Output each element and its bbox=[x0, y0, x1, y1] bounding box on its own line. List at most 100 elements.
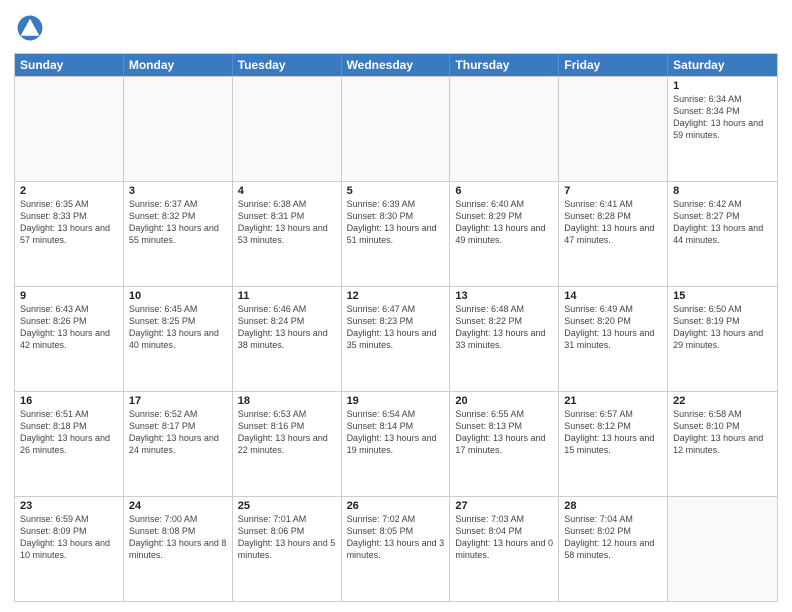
day-info: Sunrise: 6:39 AM Sunset: 8:30 PM Dayligh… bbox=[347, 198, 445, 247]
day-number: 24 bbox=[129, 500, 227, 512]
day-info: Sunrise: 6:51 AM Sunset: 8:18 PM Dayligh… bbox=[20, 408, 118, 457]
day-number: 20 bbox=[455, 395, 553, 407]
day-info: Sunrise: 6:37 AM Sunset: 8:32 PM Dayligh… bbox=[129, 198, 227, 247]
day-info: Sunrise: 6:50 AM Sunset: 8:19 PM Dayligh… bbox=[673, 303, 772, 352]
day-info: Sunrise: 6:55 AM Sunset: 8:13 PM Dayligh… bbox=[455, 408, 553, 457]
calendar-cell: 26Sunrise: 7:02 AM Sunset: 8:05 PM Dayli… bbox=[342, 497, 451, 601]
day-number: 19 bbox=[347, 395, 445, 407]
day-info: Sunrise: 6:40 AM Sunset: 8:29 PM Dayligh… bbox=[455, 198, 553, 247]
calendar-cell: 11Sunrise: 6:46 AM Sunset: 8:24 PM Dayli… bbox=[233, 287, 342, 391]
day-number: 16 bbox=[20, 395, 118, 407]
day-number: 25 bbox=[238, 500, 336, 512]
calendar-row-2: 2Sunrise: 6:35 AM Sunset: 8:33 PM Daylig… bbox=[15, 181, 777, 286]
day-info: Sunrise: 6:38 AM Sunset: 8:31 PM Dayligh… bbox=[238, 198, 336, 247]
day-number: 5 bbox=[347, 185, 445, 197]
calendar-cell bbox=[668, 497, 777, 601]
calendar-cell: 6Sunrise: 6:40 AM Sunset: 8:29 PM Daylig… bbox=[450, 182, 559, 286]
day-info: Sunrise: 6:41 AM Sunset: 8:28 PM Dayligh… bbox=[564, 198, 662, 247]
calendar-cell: 24Sunrise: 7:00 AM Sunset: 8:08 PM Dayli… bbox=[124, 497, 233, 601]
day-number: 11 bbox=[238, 290, 336, 302]
calendar-row-4: 16Sunrise: 6:51 AM Sunset: 8:18 PM Dayli… bbox=[15, 391, 777, 496]
day-number: 2 bbox=[20, 185, 118, 197]
day-info: Sunrise: 6:48 AM Sunset: 8:22 PM Dayligh… bbox=[455, 303, 553, 352]
calendar-cell: 15Sunrise: 6:50 AM Sunset: 8:19 PM Dayli… bbox=[668, 287, 777, 391]
day-info: Sunrise: 6:49 AM Sunset: 8:20 PM Dayligh… bbox=[564, 303, 662, 352]
day-info: Sunrise: 6:47 AM Sunset: 8:23 PM Dayligh… bbox=[347, 303, 445, 352]
calendar-cell: 28Sunrise: 7:04 AM Sunset: 8:02 PM Dayli… bbox=[559, 497, 668, 601]
calendar-cell: 3Sunrise: 6:37 AM Sunset: 8:32 PM Daylig… bbox=[124, 182, 233, 286]
day-info: Sunrise: 6:53 AM Sunset: 8:16 PM Dayligh… bbox=[238, 408, 336, 457]
calendar-row-5: 23Sunrise: 6:59 AM Sunset: 8:09 PM Dayli… bbox=[15, 496, 777, 601]
calendar-cell: 4Sunrise: 6:38 AM Sunset: 8:31 PM Daylig… bbox=[233, 182, 342, 286]
day-number: 27 bbox=[455, 500, 553, 512]
day-info: Sunrise: 6:43 AM Sunset: 8:26 PM Dayligh… bbox=[20, 303, 118, 352]
page-header bbox=[14, 10, 778, 47]
day-number: 28 bbox=[564, 500, 662, 512]
day-number: 12 bbox=[347, 290, 445, 302]
calendar-cell: 18Sunrise: 6:53 AM Sunset: 8:16 PM Dayli… bbox=[233, 392, 342, 496]
calendar-cell bbox=[342, 77, 451, 181]
day-number: 9 bbox=[20, 290, 118, 302]
calendar-cell: 5Sunrise: 6:39 AM Sunset: 8:30 PM Daylig… bbox=[342, 182, 451, 286]
calendar-cell: 21Sunrise: 6:57 AM Sunset: 8:12 PM Dayli… bbox=[559, 392, 668, 496]
day-number: 17 bbox=[129, 395, 227, 407]
calendar-row-1: 1Sunrise: 6:34 AM Sunset: 8:34 PM Daylig… bbox=[15, 76, 777, 181]
logo bbox=[14, 14, 48, 47]
calendar-cell: 16Sunrise: 6:51 AM Sunset: 8:18 PM Dayli… bbox=[15, 392, 124, 496]
day-info: Sunrise: 6:57 AM Sunset: 8:12 PM Dayligh… bbox=[564, 408, 662, 457]
day-info: Sunrise: 6:35 AM Sunset: 8:33 PM Dayligh… bbox=[20, 198, 118, 247]
calendar-cell: 7Sunrise: 6:41 AM Sunset: 8:28 PM Daylig… bbox=[559, 182, 668, 286]
day-info: Sunrise: 6:52 AM Sunset: 8:17 PM Dayligh… bbox=[129, 408, 227, 457]
calendar-cell: 2Sunrise: 6:35 AM Sunset: 8:33 PM Daylig… bbox=[15, 182, 124, 286]
calendar-cell: 17Sunrise: 6:52 AM Sunset: 8:17 PM Dayli… bbox=[124, 392, 233, 496]
header-day-wednesday: Wednesday bbox=[342, 54, 451, 76]
calendar-cell bbox=[15, 77, 124, 181]
day-info: Sunrise: 6:34 AM Sunset: 8:34 PM Dayligh… bbox=[673, 93, 772, 142]
day-info: Sunrise: 6:42 AM Sunset: 8:27 PM Dayligh… bbox=[673, 198, 772, 247]
day-info: Sunrise: 7:02 AM Sunset: 8:05 PM Dayligh… bbox=[347, 513, 445, 562]
day-number: 23 bbox=[20, 500, 118, 512]
day-number: 14 bbox=[564, 290, 662, 302]
day-number: 15 bbox=[673, 290, 772, 302]
calendar-cell: 13Sunrise: 6:48 AM Sunset: 8:22 PM Dayli… bbox=[450, 287, 559, 391]
calendar: SundayMondayTuesdayWednesdayThursdayFrid… bbox=[14, 53, 778, 602]
calendar-cell bbox=[124, 77, 233, 181]
day-info: Sunrise: 7:04 AM Sunset: 8:02 PM Dayligh… bbox=[564, 513, 662, 562]
day-number: 7 bbox=[564, 185, 662, 197]
header-day-friday: Friday bbox=[559, 54, 668, 76]
day-number: 21 bbox=[564, 395, 662, 407]
calendar-cell: 19Sunrise: 6:54 AM Sunset: 8:14 PM Dayli… bbox=[342, 392, 451, 496]
day-info: Sunrise: 6:58 AM Sunset: 8:10 PM Dayligh… bbox=[673, 408, 772, 457]
day-info: Sunrise: 6:45 AM Sunset: 8:25 PM Dayligh… bbox=[129, 303, 227, 352]
day-number: 3 bbox=[129, 185, 227, 197]
calendar-row-3: 9Sunrise: 6:43 AM Sunset: 8:26 PM Daylig… bbox=[15, 286, 777, 391]
header-day-sunday: Sunday bbox=[15, 54, 124, 76]
day-number: 22 bbox=[673, 395, 772, 407]
day-info: Sunrise: 6:46 AM Sunset: 8:24 PM Dayligh… bbox=[238, 303, 336, 352]
logo-icon bbox=[16, 14, 44, 42]
calendar-cell: 8Sunrise: 6:42 AM Sunset: 8:27 PM Daylig… bbox=[668, 182, 777, 286]
day-number: 6 bbox=[455, 185, 553, 197]
calendar-cell: 25Sunrise: 7:01 AM Sunset: 8:06 PM Dayli… bbox=[233, 497, 342, 601]
header-day-monday: Monday bbox=[124, 54, 233, 76]
day-info: Sunrise: 7:03 AM Sunset: 8:04 PM Dayligh… bbox=[455, 513, 553, 562]
header-day-thursday: Thursday bbox=[450, 54, 559, 76]
page-container: SundayMondayTuesdayWednesdayThursdayFrid… bbox=[0, 0, 792, 612]
day-info: Sunrise: 7:00 AM Sunset: 8:08 PM Dayligh… bbox=[129, 513, 227, 562]
calendar-cell: 12Sunrise: 6:47 AM Sunset: 8:23 PM Dayli… bbox=[342, 287, 451, 391]
day-info: Sunrise: 6:54 AM Sunset: 8:14 PM Dayligh… bbox=[347, 408, 445, 457]
day-number: 18 bbox=[238, 395, 336, 407]
calendar-cell: 20Sunrise: 6:55 AM Sunset: 8:13 PM Dayli… bbox=[450, 392, 559, 496]
calendar-cell bbox=[450, 77, 559, 181]
day-number: 1 bbox=[673, 80, 772, 92]
calendar-cell bbox=[559, 77, 668, 181]
header-day-tuesday: Tuesday bbox=[233, 54, 342, 76]
calendar-cell: 22Sunrise: 6:58 AM Sunset: 8:10 PM Dayli… bbox=[668, 392, 777, 496]
calendar-body: 1Sunrise: 6:34 AM Sunset: 8:34 PM Daylig… bbox=[15, 76, 777, 601]
calendar-cell: 1Sunrise: 6:34 AM Sunset: 8:34 PM Daylig… bbox=[668, 77, 777, 181]
day-number: 10 bbox=[129, 290, 227, 302]
calendar-cell: 9Sunrise: 6:43 AM Sunset: 8:26 PM Daylig… bbox=[15, 287, 124, 391]
calendar-cell bbox=[233, 77, 342, 181]
day-number: 26 bbox=[347, 500, 445, 512]
header-day-saturday: Saturday bbox=[668, 54, 777, 76]
